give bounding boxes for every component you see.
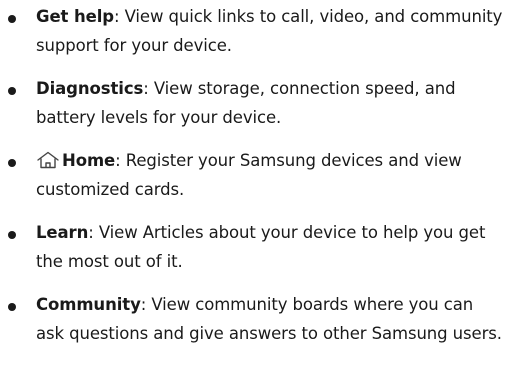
item-term: Get help xyxy=(36,7,114,26)
item-term: Diagnostics xyxy=(36,79,144,98)
item-text: Get help: View quick links to call, vide… xyxy=(36,2,506,60)
item-text: Community: View community boards where y… xyxy=(36,290,506,348)
bullet xyxy=(8,303,16,311)
bullet xyxy=(8,231,16,239)
bullet xyxy=(8,15,16,23)
item-description: : View Articles about your device to hel… xyxy=(36,223,486,271)
bullet xyxy=(8,87,16,95)
bullet xyxy=(8,159,16,167)
item-text: Diagnostics: View storage, connection sp… xyxy=(36,74,506,132)
item-text: Home: Register your Samsung devices and … xyxy=(36,146,506,204)
home-icon xyxy=(36,149,60,169)
item-term: Home xyxy=(62,151,116,170)
item-term: Community xyxy=(36,295,141,314)
item-text: Learn: View Articles about your device t… xyxy=(36,218,506,276)
item-term: Learn xyxy=(36,223,89,242)
